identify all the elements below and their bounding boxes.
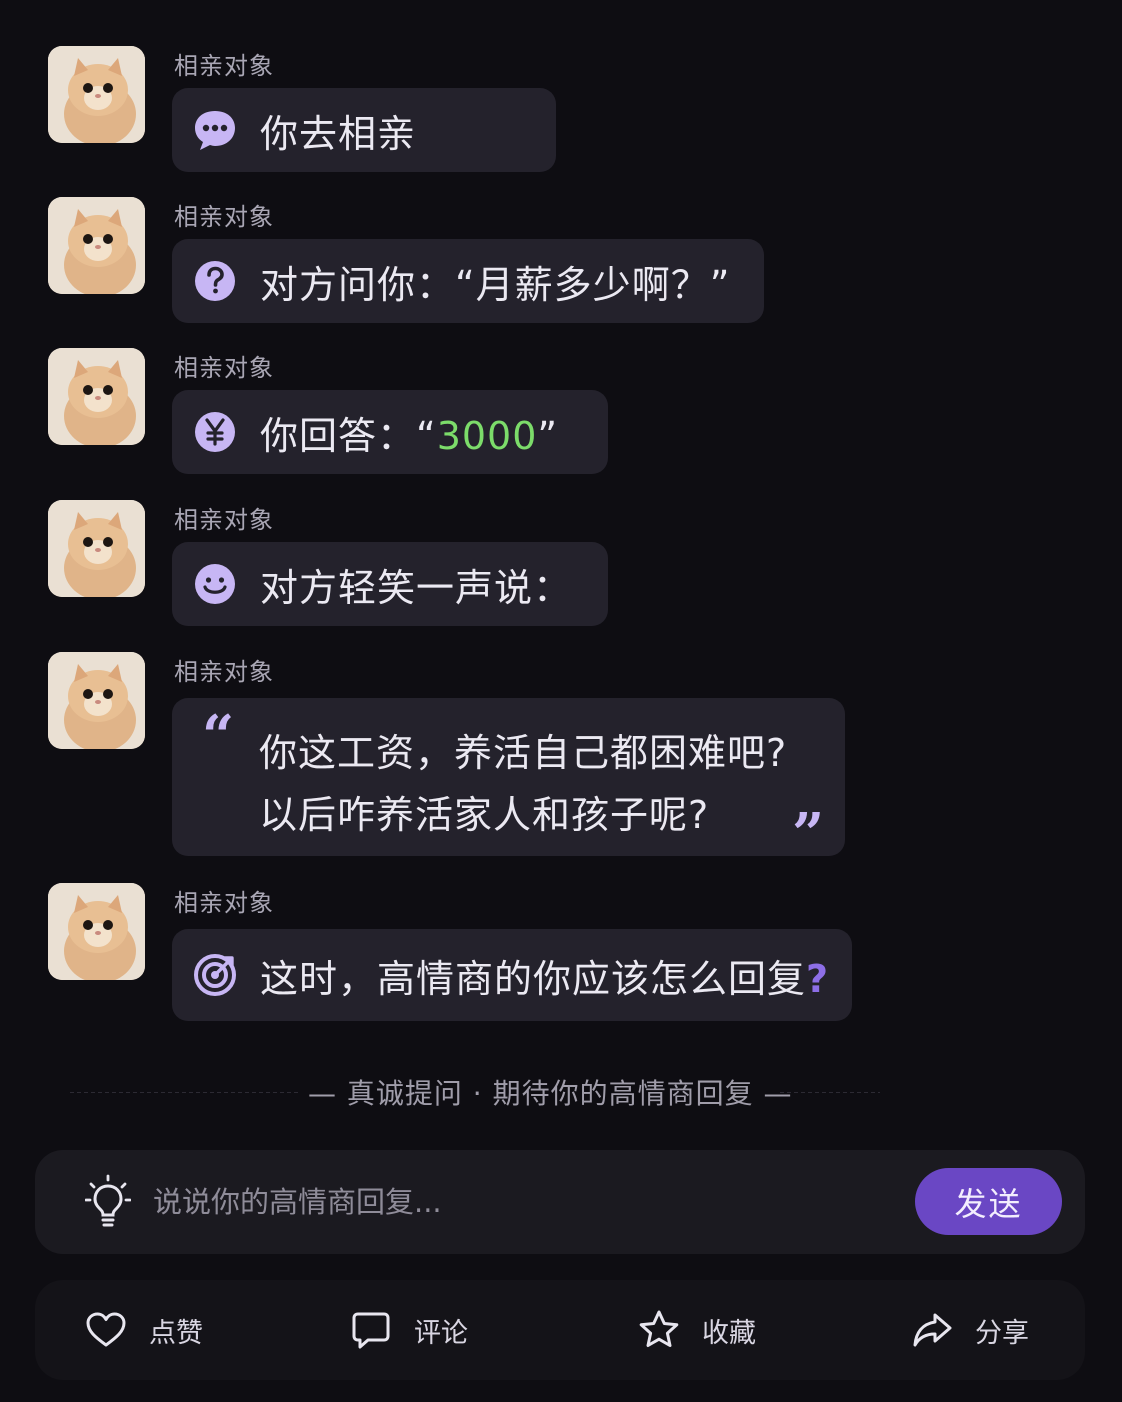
message-text-suffix: ” (537, 413, 559, 458)
message-text: 你去相亲 (260, 111, 417, 156)
close-quote-icon: ” (792, 801, 825, 867)
smile-icon (195, 564, 235, 604)
chat-screen: 相亲对象 你去相亲 相亲对象 对方问你：“月薪多少啊？” 相亲对象 你回答：“3… (0, 0, 1122, 1402)
chat-message: 相亲对象 你去相亲 (48, 46, 1088, 176)
salary-value: 3000 (436, 413, 538, 458)
comment-icon (352, 1312, 390, 1349)
chat-message: 相亲对象 对方轻笑一声说： (48, 500, 1088, 630)
share-label: 分享 (975, 1317, 1029, 1349)
sender-name: 相亲对象 (174, 658, 274, 686)
message-text-main: 这时，高情商的你应该怎么回复 (260, 956, 807, 1001)
chat-message: 相亲对象 你回答：“3000” (48, 348, 1088, 478)
sender-name: 相亲对象 (174, 889, 274, 917)
action-bar: 点赞 评论 收藏 分享 (35, 1280, 1085, 1380)
favorite-button[interactable]: 收藏 (638, 1280, 756, 1380)
divider-line (70, 1092, 300, 1093)
open-quote-icon: “ (202, 703, 235, 769)
reply-input-bar: 发送 (35, 1150, 1085, 1254)
question-icon (195, 261, 235, 301)
avatar[interactable] (48, 46, 145, 143)
message-text: 你回答：“3000” (260, 405, 558, 460)
like-button[interactable]: 点赞 (85, 1280, 203, 1380)
sender-name: 相亲对象 (174, 203, 274, 231)
message-text: 对方问你：“月薪多少啊？” (260, 262, 731, 307)
cat-avatar-image (48, 197, 145, 294)
message-bubble: 对方问你：“月薪多少啊？” (172, 239, 764, 323)
avatar[interactable] (48, 883, 145, 980)
share-icon (913, 1313, 952, 1347)
reply-input[interactable] (153, 1176, 873, 1228)
yuan-icon (195, 412, 235, 452)
cat-avatar-image (48, 652, 145, 749)
divider-line (780, 1092, 880, 1093)
cat-avatar-image (48, 883, 145, 980)
sender-name: 相亲对象 (174, 52, 274, 80)
target-icon (194, 954, 236, 996)
message-bubble: 这时，高情商的你应该怎么回复? (172, 929, 852, 1021)
comment-label: 评论 (414, 1317, 468, 1349)
chat-message: 相亲对象 “ 你这工资，养活自己都困难吧? 以后咋养活家人和孩子呢? ” (48, 652, 1088, 862)
cat-avatar-image (48, 500, 145, 597)
quote-bubble: “ 你这工资，养活自己都困难吧? 以后咋养活家人和孩子呢? ” (172, 698, 845, 862)
comment-button[interactable]: 评论 (350, 1280, 468, 1380)
message-bubble: 你去相亲 (172, 88, 556, 172)
sender-name: 相亲对象 (174, 506, 274, 534)
quote-line: 你这工资，养活自己都困难吧? (259, 731, 788, 775)
message-text: 对方轻笑一声说： (260, 565, 573, 610)
send-button[interactable]: 发送 (915, 1168, 1062, 1235)
message-text-prefix: 你回答：“ (260, 413, 437, 458)
avatar[interactable] (48, 197, 145, 294)
sender-name: 相亲对象 (174, 354, 274, 382)
lightbulb-icon (85, 1174, 131, 1227)
heart-icon (86, 1312, 126, 1347)
avatar[interactable] (48, 348, 145, 445)
avatar[interactable] (48, 652, 145, 749)
chat-message: 相亲对象 这时，高情商的你应该怎么回复? (48, 883, 1088, 1023)
share-button[interactable]: 分享 (911, 1280, 1029, 1380)
cat-avatar-image (48, 46, 145, 143)
message-bubble: 你回答：“3000” (172, 390, 608, 474)
chat-bubble-icon (195, 111, 235, 150)
star-icon (639, 1310, 679, 1347)
quote-line: 以后咋养活家人和孩子呢? (259, 793, 710, 837)
favorite-label: 收藏 (702, 1317, 756, 1349)
divider-text: — 真诚提问 · 期待你的高情商回复 — (308, 1077, 793, 1110)
like-label: 点赞 (149, 1317, 203, 1349)
cat-avatar-image (48, 348, 145, 445)
question-mark: ? (806, 956, 830, 1001)
message-bubble: 对方轻笑一声说： (172, 542, 608, 626)
message-text: 这时，高情商的你应该怎么回复? (260, 948, 829, 1003)
section-divider: — 真诚提问 · 期待你的高情商回复 — (70, 1072, 880, 1112)
avatar[interactable] (48, 500, 145, 597)
chat-message: 相亲对象 对方问你：“月薪多少啊？” (48, 197, 1088, 327)
